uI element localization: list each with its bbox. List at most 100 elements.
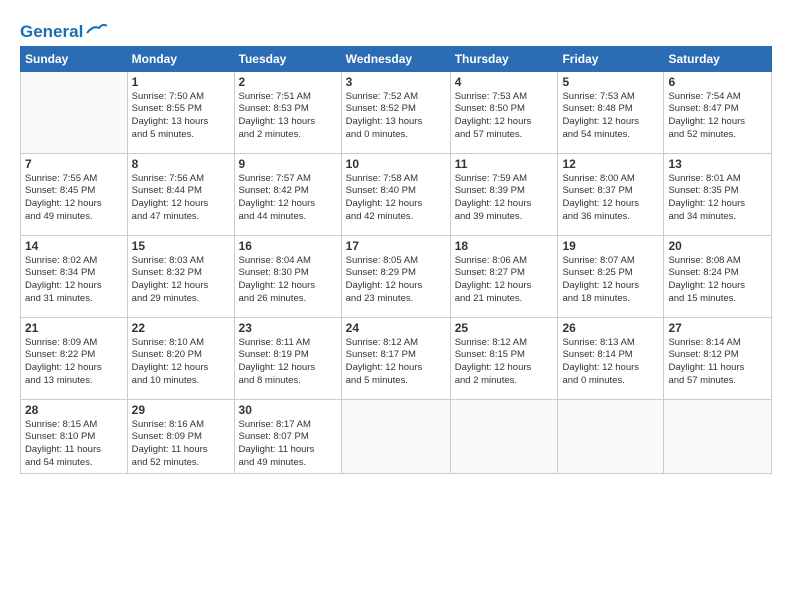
calendar-cell: 5Sunrise: 7:53 AM Sunset: 8:48 PM Daylig…	[558, 71, 664, 153]
calendar-cell: 13 Sunrise: 8:01 AM Sunset: 8:35 PM Dayli…	[664, 153, 772, 235]
day-info: Sunrise: 8:02 AM Sunset: 8:34 PM Dayligh…	[25, 255, 123, 306]
day-number: 17	[346, 239, 446, 253]
day-info: Sunrise: 7:54 AM Sunset: 8:47 PM Dayligh…	[668, 91, 767, 142]
day-info: Sunrise: 7:57 AM Sunset: 8:42 PM Dayligh…	[239, 173, 337, 224]
day-info: Sunrise: 7:59 AM Sunset: 8:39 PM Dayligh…	[455, 173, 554, 224]
day-info: Sunrise: 7:50 AM Sunset: 8:55 PM Dayligh…	[132, 91, 230, 142]
day-info: Sunrise: 7:55 AM Sunset: 8:45 PM Dayligh…	[25, 173, 123, 224]
day-info: Sunrise: 8:05 AM Sunset: 8:29 PM Dayligh…	[346, 255, 446, 306]
day-info: Sunrise: 8:13 AM Sunset: 8:14 PM Dayligh…	[562, 337, 659, 388]
day-number: 2	[239, 75, 337, 89]
calendar-cell: 25 Sunrise: 8:12 AM Sunset: 8:15 PM Dayli…	[450, 317, 558, 399]
day-number: 28	[25, 403, 123, 417]
calendar-cell: 27 Sunrise: 8:14 AM Sunset: 8:12 PM Dayli…	[664, 317, 772, 399]
calendar-cell: 18 Sunrise: 8:06 AM Sunset: 8:27 PM Dayli…	[450, 235, 558, 317]
day-number: 19	[562, 239, 659, 253]
calendar-cell	[21, 71, 128, 153]
calendar-week-row: 28 Sunrise: 8:15 AM Sunset: 8:10 PM Dayli…	[21, 399, 772, 473]
weekday-header-monday: Monday	[127, 46, 234, 71]
day-info: Sunrise: 8:10 AM Sunset: 8:20 PM Dayligh…	[132, 337, 230, 388]
calendar-cell: 22 Sunrise: 8:10 AM Sunset: 8:20 PM Dayli…	[127, 317, 234, 399]
day-info: Sunrise: 7:51 AM Sunset: 8:53 PM Dayligh…	[239, 91, 337, 142]
calendar-cell: 28 Sunrise: 8:15 AM Sunset: 8:10 PM Dayli…	[21, 399, 128, 473]
calendar-cell: 17 Sunrise: 8:05 AM Sunset: 8:29 PM Dayli…	[341, 235, 450, 317]
day-info: Sunrise: 8:04 AM Sunset: 8:30 PM Dayligh…	[239, 255, 337, 306]
day-info: Sunrise: 7:58 AM Sunset: 8:40 PM Dayligh…	[346, 173, 446, 224]
day-info: Sunrise: 7:56 AM Sunset: 8:44 PM Dayligh…	[132, 173, 230, 224]
day-number: 18	[455, 239, 554, 253]
calendar-cell: 8 Sunrise: 7:56 AM Sunset: 8:44 PM Daylig…	[127, 153, 234, 235]
day-info: Sunrise: 8:03 AM Sunset: 8:32 PM Dayligh…	[132, 255, 230, 306]
header: General	[20, 18, 772, 40]
calendar-cell: 1 Sunrise: 7:50 AM Sunset: 8:55 PM Daylig…	[127, 71, 234, 153]
calendar-cell: 23 Sunrise: 8:11 AM Sunset: 8:19 PM Dayli…	[234, 317, 341, 399]
day-info: Sunrise: 8:12 AM Sunset: 8:15 PM Dayligh…	[455, 337, 554, 388]
calendar-cell: 12 Sunrise: 8:00 AM Sunset: 8:37 PM Dayli…	[558, 153, 664, 235]
calendar-cell: 21 Sunrise: 8:09 AM Sunset: 8:22 PM Dayli…	[21, 317, 128, 399]
calendar-cell: 15 Sunrise: 8:03 AM Sunset: 8:32 PM Dayli…	[127, 235, 234, 317]
day-info: Sunrise: 8:01 AM Sunset: 8:35 PM Dayligh…	[668, 173, 767, 224]
day-info: Sunrise: 8:15 AM Sunset: 8:10 PM Dayligh…	[25, 419, 123, 470]
day-number: 7	[25, 157, 123, 171]
day-info: Sunrise: 8:08 AM Sunset: 8:24 PM Dayligh…	[668, 255, 767, 306]
day-info: Sunrise: 8:06 AM Sunset: 8:27 PM Dayligh…	[455, 255, 554, 306]
weekday-header-thursday: Thursday	[450, 46, 558, 71]
calendar-week-row: 7 Sunrise: 7:55 AM Sunset: 8:45 PM Daylig…	[21, 153, 772, 235]
calendar-cell	[664, 399, 772, 473]
calendar-cell	[558, 399, 664, 473]
calendar-cell	[450, 399, 558, 473]
day-info: Sunrise: 7:53 AM Sunset: 8:50 PM Dayligh…	[455, 91, 554, 142]
logo-bird-icon	[85, 23, 107, 37]
day-number: 15	[132, 239, 230, 253]
day-number: 3	[346, 75, 446, 89]
weekday-header-friday: Friday	[558, 46, 664, 71]
calendar-table: SundayMondayTuesdayWednesdayThursdayFrid…	[20, 46, 772, 474]
day-info: Sunrise: 8:11 AM Sunset: 8:19 PM Dayligh…	[239, 337, 337, 388]
calendar-cell: 3 Sunrise: 7:52 AM Sunset: 8:52 PM Daylig…	[341, 71, 450, 153]
day-number: 10	[346, 157, 446, 171]
day-number: 20	[668, 239, 767, 253]
day-number: 1	[132, 75, 230, 89]
logo-text: General	[20, 22, 83, 42]
calendar-cell: 30 Sunrise: 8:17 AM Sunset: 8:07 PM Dayli…	[234, 399, 341, 473]
calendar-cell: 11Sunrise: 7:59 AM Sunset: 8:39 PM Dayli…	[450, 153, 558, 235]
day-number: 16	[239, 239, 337, 253]
weekday-header-wednesday: Wednesday	[341, 46, 450, 71]
day-number: 26	[562, 321, 659, 335]
day-info: Sunrise: 8:14 AM Sunset: 8:12 PM Dayligh…	[668, 337, 767, 388]
day-number: 22	[132, 321, 230, 335]
calendar-week-row: 14 Sunrise: 8:02 AM Sunset: 8:34 PM Dayli…	[21, 235, 772, 317]
calendar-cell: 14 Sunrise: 8:02 AM Sunset: 8:34 PM Dayli…	[21, 235, 128, 317]
day-number: 21	[25, 321, 123, 335]
day-number: 4	[455, 75, 554, 89]
day-number: 29	[132, 403, 230, 417]
day-number: 8	[132, 157, 230, 171]
day-number: 14	[25, 239, 123, 253]
day-number: 24	[346, 321, 446, 335]
day-info: Sunrise: 8:07 AM Sunset: 8:25 PM Dayligh…	[562, 255, 659, 306]
calendar-cell: 19 Sunrise: 8:07 AM Sunset: 8:25 PM Dayli…	[558, 235, 664, 317]
day-number: 23	[239, 321, 337, 335]
day-info: Sunrise: 8:17 AM Sunset: 8:07 PM Dayligh…	[239, 419, 337, 470]
calendar-header-row: SundayMondayTuesdayWednesdayThursdayFrid…	[21, 46, 772, 71]
calendar-week-row: 21 Sunrise: 8:09 AM Sunset: 8:22 PM Dayli…	[21, 317, 772, 399]
day-number: 25	[455, 321, 554, 335]
weekday-header-saturday: Saturday	[664, 46, 772, 71]
day-info: Sunrise: 8:00 AM Sunset: 8:37 PM Dayligh…	[562, 173, 659, 224]
calendar-cell: 2 Sunrise: 7:51 AM Sunset: 8:53 PM Daylig…	[234, 71, 341, 153]
day-number: 9	[239, 157, 337, 171]
calendar-cell: 29 Sunrise: 8:16 AM Sunset: 8:09 PM Dayli…	[127, 399, 234, 473]
day-number: 6	[668, 75, 767, 89]
day-info: Sunrise: 8:16 AM Sunset: 8:09 PM Dayligh…	[132, 419, 230, 470]
calendar-cell: 20 Sunrise: 8:08 AM Sunset: 8:24 PM Dayli…	[664, 235, 772, 317]
day-number: 27	[668, 321, 767, 335]
calendar-cell: 10 Sunrise: 7:58 AM Sunset: 8:40 PM Dayli…	[341, 153, 450, 235]
day-info: Sunrise: 7:52 AM Sunset: 8:52 PM Dayligh…	[346, 91, 446, 142]
day-number: 12	[562, 157, 659, 171]
calendar-cell: 4 Sunrise: 7:53 AM Sunset: 8:50 PM Daylig…	[450, 71, 558, 153]
day-number: 30	[239, 403, 337, 417]
day-number: 13	[668, 157, 767, 171]
day-info: Sunrise: 8:09 AM Sunset: 8:22 PM Dayligh…	[25, 337, 123, 388]
calendar-cell: 24Sunrise: 8:12 AM Sunset: 8:17 PM Dayli…	[341, 317, 450, 399]
calendar-cell	[341, 399, 450, 473]
